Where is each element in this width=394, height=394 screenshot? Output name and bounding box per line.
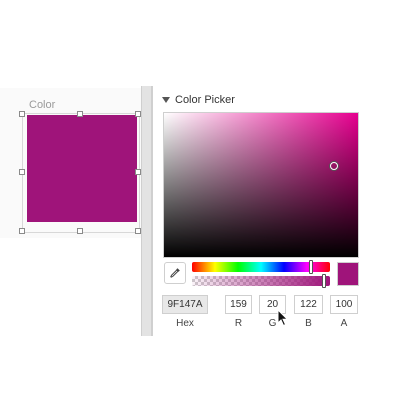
hue-slider-thumb[interactable]: [308, 260, 313, 274]
red-input[interactable]: 159: [225, 295, 252, 314]
hex-label: Hex: [176, 318, 194, 329]
resize-handle-top-middle[interactable]: [77, 111, 83, 117]
alpha-slider-thumb[interactable]: [322, 274, 327, 288]
resize-handle-bottom-left[interactable]: [19, 228, 25, 234]
alpha-input[interactable]: 100: [330, 295, 358, 314]
current-color-preview: [337, 262, 359, 286]
blue-label: B: [305, 318, 312, 329]
alpha-slider[interactable]: [192, 276, 330, 286]
saturation-value-thumb[interactable]: [330, 162, 338, 170]
panel-divider[interactable]: [141, 86, 152, 336]
mouse-pointer-icon: [277, 309, 289, 327]
color-shape[interactable]: [27, 115, 137, 222]
color-picker-title: Color Picker: [175, 94, 235, 106]
alpha-label: A: [340, 318, 348, 329]
red-label: R: [234, 318, 243, 329]
resize-handle-bottom-middle[interactable]: [77, 228, 83, 234]
resize-handle-middle-left[interactable]: [19, 169, 25, 175]
color-picker-header[interactable]: Color Picker: [162, 94, 235, 106]
triangle-down-icon[interactable]: [162, 97, 170, 103]
resize-handle-top-left[interactable]: [19, 111, 25, 117]
saturation-value-area[interactable]: [163, 112, 359, 258]
hex-input[interactable]: 9F147A: [162, 295, 208, 314]
blue-input[interactable]: 122: [294, 295, 323, 314]
eyedropper-icon: [170, 268, 180, 278]
eyedropper-button[interactable]: [164, 262, 186, 284]
shape-label: Color: [29, 99, 56, 111]
